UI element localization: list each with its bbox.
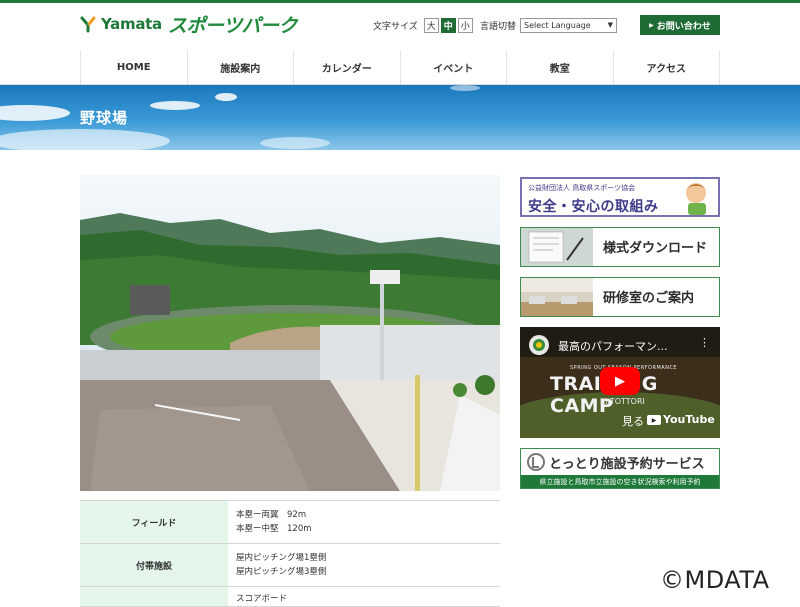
language-select[interactable]: Select Language ▼: [520, 18, 618, 33]
nav-item-facilities[interactable]: 施設案内: [188, 50, 294, 84]
nav-item-classes[interactable]: 教室: [507, 50, 614, 84]
nav-item-events[interactable]: イベント: [401, 50, 507, 84]
site-logo[interactable]: Yamata スポーツパーク: [80, 12, 298, 37]
training-room-photo: [521, 278, 593, 316]
table-data-cell: 屋内ピッチング場1塁側 屋内ピッチング場3塁側: [228, 544, 500, 586]
table-data-cell: 本塁ー両翼 92m 本塁ー中堅 120m: [228, 501, 500, 543]
language-select-value: Select Language: [524, 21, 591, 30]
language-switcher: 言語切替 Select Language ▼: [480, 18, 618, 33]
form-download-banner[interactable]: 様式ダウンロード: [520, 227, 720, 267]
form-download-label: 様式ダウンロード: [603, 241, 708, 256]
video-title: 最高のパフォーマン...: [558, 340, 668, 353]
table-cell-line: 本塁ー両翼 92m: [236, 510, 307, 520]
table-row: 付帯施設 屋内ピッチング場1塁側 屋内ピッチング場3塁側: [80, 544, 500, 587]
font-size-label: 文字サイズ: [373, 22, 418, 32]
table-data-cell: スコアボード: [228, 587, 500, 606]
reservation-title: とっとり施設予約サービス: [549, 456, 705, 472]
clipboard-icon: [521, 228, 593, 266]
font-size-medium-button[interactable]: 中: [440, 18, 456, 33]
font-size-small-button[interactable]: 小: [457, 18, 473, 33]
table-header-cell: 付帯施設: [80, 544, 228, 586]
logo-text-jp: スポーツパーク: [167, 14, 298, 37]
arrow-right-icon: ▶: [649, 21, 654, 29]
more-options-icon[interactable]: ⋮: [699, 336, 710, 349]
table-header-cell: フィールド: [80, 501, 228, 543]
mascot-girl-icon: [685, 183, 707, 215]
facility-reservation-banner[interactable]: とっとり施設予約サービス 県立施設と鳥取市立施設の空き状況検索や利用予約: [520, 448, 720, 489]
top-accent-line: [0, 0, 800, 3]
training-room-label: 研修室のご案内: [603, 291, 695, 306]
facility-info-table: フィールド 本塁ー両翼 92m 本塁ー中堅 120m 付帯施設 屋内ピッチング場…: [80, 500, 500, 607]
safety-banner-title: 安全・安心の取組み: [528, 199, 659, 215]
watch-label: 見る: [622, 415, 644, 428]
safety-banner-org: 公益財団法人 鳥取県スポーツ協会: [528, 184, 636, 192]
video-overlay-sub: in TOTTORI: [600, 397, 645, 406]
youtube-wordmark: YouTube: [663, 413, 715, 426]
nav-item-access[interactable]: アクセス: [614, 50, 720, 84]
youtube-logo-icon: ▶: [647, 415, 661, 425]
page-header-banner: 野球場: [0, 85, 800, 150]
logo-text-en: Yamata: [101, 15, 162, 33]
contact-button[interactable]: ▶ お問い合わせ: [640, 15, 720, 35]
channel-avatar-icon: [529, 335, 549, 355]
font-size-switcher: 文字サイズ 大 中 小: [373, 18, 473, 33]
font-size-large-button[interactable]: 大: [423, 18, 439, 33]
page-title: 野球場: [80, 109, 129, 127]
language-label: 言語切替: [480, 22, 517, 32]
training-room-banner[interactable]: 研修室のご案内: [520, 277, 720, 317]
reservation-subtitle: 県立施設と鳥取市立施設の空き状況検索や利用予約: [521, 475, 719, 488]
safety-measures-banner[interactable]: 公益財団法人 鳥取県スポーツ協会 安全・安心の取組み: [520, 177, 720, 217]
reservation-logo-icon: [527, 453, 545, 471]
table-cell-line: スコアボード: [236, 594, 288, 604]
youtube-video-embed[interactable]: 最高のパフォーマン... ⋮ SPRING OUT-SEASON PERFORM…: [520, 327, 720, 438]
chevron-down-icon: ▼: [607, 21, 614, 29]
main-nav: HOME 施設案内 カレンダー イベント 教室 アクセス: [80, 50, 720, 84]
logo-mark-icon: [80, 16, 96, 33]
copyright-watermark: ©MDATA: [660, 566, 770, 594]
table-cell-line: 屋内ピッチング場1塁側: [236, 553, 327, 563]
table-cell-line: 屋内ピッチング場3塁側: [236, 567, 327, 577]
play-icon: ▶: [615, 373, 625, 389]
table-cell-line: 本塁ー中堅 120m: [236, 524, 312, 534]
baseball-stadium-photo: [80, 175, 500, 491]
nav-item-calendar[interactable]: カレンダー: [294, 50, 401, 84]
table-row: スコアボード: [80, 587, 500, 607]
table-row: フィールド 本塁ー両翼 92m 本塁ー中堅 120m: [80, 501, 500, 544]
contact-button-label: お問い合わせ: [656, 21, 711, 32]
play-button[interactable]: ▶: [600, 367, 640, 395]
nav-item-home[interactable]: HOME: [81, 50, 188, 84]
table-header-cell: [80, 587, 228, 606]
